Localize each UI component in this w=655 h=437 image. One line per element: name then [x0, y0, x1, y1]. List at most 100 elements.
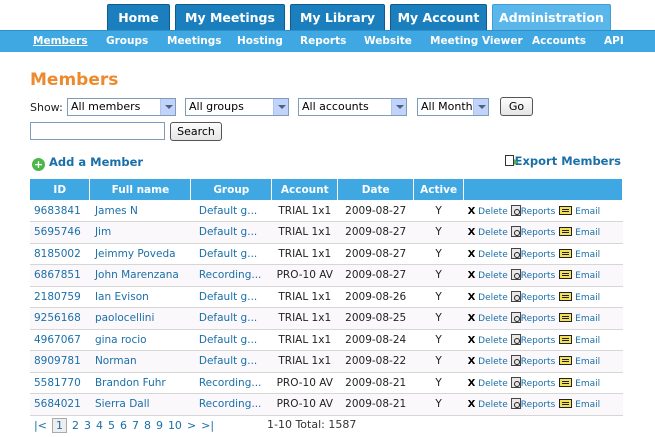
pager-page-link[interactable]: 9 [156, 419, 163, 432]
tab-administration[interactable]: Administration [492, 4, 611, 30]
pager-page-link[interactable]: 5 [108, 419, 115, 432]
reports-link[interactable]: Reports [521, 293, 556, 303]
email-icon[interactable] [559, 205, 573, 215]
tab-my-meetings[interactable]: My Meetings [175, 4, 285, 30]
member-group-link[interactable]: Default g... [190, 286, 272, 308]
member-name-link[interactable]: gina rocio [89, 329, 191, 351]
email-link[interactable]: Email [575, 357, 600, 367]
member-id-link[interactable]: 9683841 [30, 200, 90, 222]
member-id-link[interactable]: 9256168 [30, 307, 90, 330]
delete-icon[interactable]: X [468, 378, 476, 389]
member-id-link[interactable]: 5581770 [30, 372, 90, 394]
member-group-link[interactable]: Recording... [190, 372, 272, 394]
column-header-active[interactable]: Active [413, 179, 465, 200]
subnav-meetings[interactable]: Meetings [167, 35, 222, 47]
reports-icon[interactable] [510, 290, 521, 302]
pager-page-link[interactable]: 8 [144, 419, 151, 432]
member-group-link[interactable]: Default g... [190, 329, 272, 351]
email-icon[interactable] [559, 377, 573, 387]
months-filter-select[interactable]: All Months [417, 98, 489, 116]
pager-page-link[interactable]: 1 [51, 418, 67, 433]
reports-icon[interactable] [510, 269, 521, 281]
member-id-link[interactable]: 6867851 [30, 264, 90, 287]
search-input[interactable] [30, 122, 165, 140]
email-link[interactable]: Email [575, 336, 600, 346]
pager-page-link[interactable]: 2 [72, 419, 79, 432]
reports-icon[interactable] [510, 226, 521, 238]
pager-page-link[interactable]: 3 [84, 419, 91, 432]
export-members-link[interactable]: Export Members [504, 154, 621, 168]
subnav-meeting-viewer[interactable]: Meeting Viewer [430, 35, 523, 47]
member-name-link[interactable]: paolocellini [89, 307, 191, 330]
delete-link[interactable]: Delete [478, 336, 508, 346]
member-group-link[interactable]: Recording... [190, 393, 272, 416]
email-icon[interactable] [559, 399, 573, 409]
tab-home[interactable]: Home [107, 4, 170, 30]
email-link[interactable]: Email [575, 379, 600, 389]
member-id-link[interactable]: 5684021 [30, 393, 90, 416]
reports-link[interactable]: Reports [521, 250, 556, 260]
delete-link[interactable]: Delete [478, 314, 508, 324]
delete-icon[interactable]: X [468, 292, 476, 303]
reports-link[interactable]: Reports [521, 336, 556, 346]
delete-icon[interactable]: X [468, 206, 476, 217]
member-name-link[interactable]: James N [89, 200, 191, 222]
delete-icon[interactable]: X [468, 227, 476, 238]
member-name-link[interactable]: Jim [89, 221, 191, 244]
reports-link[interactable]: Reports [521, 314, 556, 324]
member-name-link[interactable]: Jeimmy Poveda [89, 243, 191, 265]
reports-icon[interactable] [510, 204, 521, 216]
member-id-link[interactable]: 4967067 [30, 329, 90, 351]
delete-link[interactable]: Delete [478, 228, 508, 238]
reports-icon[interactable] [510, 333, 521, 345]
member-group-link[interactable]: Default g... [190, 307, 272, 330]
member-name-link[interactable]: Sierra Dall [89, 393, 191, 416]
pager-page-link[interactable]: 4 [96, 419, 103, 432]
member-group-link[interactable]: Default g... [190, 221, 272, 244]
column-header-account[interactable]: Account [271, 179, 339, 200]
reports-link[interactable]: Reports [521, 400, 556, 410]
pager-next-link[interactable]: > [187, 419, 196, 432]
member-id-link[interactable]: 8909781 [30, 350, 90, 373]
column-header-date[interactable]: Date [337, 179, 415, 200]
delete-icon[interactable]: X [468, 356, 476, 367]
accounts-filter-select[interactable]: All accounts [298, 98, 407, 116]
member-name-link[interactable]: Brandon Fuhr [89, 372, 191, 394]
member-id-link[interactable]: 5695746 [30, 221, 90, 244]
member-name-link[interactable]: John Marenzana [89, 264, 191, 287]
pager-page-link[interactable]: 10 [168, 419, 182, 432]
member-name-link[interactable]: Ian Evison [89, 286, 191, 308]
email-icon[interactable] [559, 313, 573, 323]
email-link[interactable]: Email [575, 400, 600, 410]
reports-link[interactable]: Reports [521, 207, 556, 217]
email-icon[interactable] [559, 356, 573, 366]
reports-link[interactable]: Reports [521, 357, 556, 367]
delete-link[interactable]: Delete [478, 400, 508, 410]
reports-link[interactable]: Reports [521, 271, 556, 281]
email-icon[interactable] [559, 291, 573, 301]
delete-link[interactable]: Delete [478, 379, 508, 389]
email-link[interactable]: Email [575, 250, 600, 260]
delete-icon[interactable]: X [468, 249, 476, 260]
pager-last-link[interactable]: >| [201, 419, 214, 432]
subnav-members[interactable]: Members [33, 35, 88, 47]
pager-page-link[interactable]: 6 [120, 419, 127, 432]
reports-link[interactable]: Reports [521, 228, 556, 238]
search-button[interactable]: Search [170, 122, 222, 141]
email-link[interactable]: Email [575, 207, 600, 217]
column-header-group[interactable]: Group [190, 179, 273, 200]
column-header-id[interactable]: ID [30, 179, 91, 200]
tab-my-account[interactable]: My Account [390, 4, 487, 30]
email-link[interactable]: Email [575, 293, 600, 303]
email-icon[interactable] [559, 270, 573, 280]
email-link[interactable]: Email [575, 228, 600, 238]
add-member-link[interactable]: + Add a Member [32, 155, 143, 171]
member-group-link[interactable]: Default g... [190, 243, 272, 265]
delete-icon[interactable]: X [468, 313, 476, 324]
pager-page-link[interactable]: 7 [132, 419, 139, 432]
subnav-hosting[interactable]: Hosting [237, 35, 283, 47]
column-header-full-name[interactable]: Full name [89, 179, 192, 200]
subnav-reports[interactable]: Reports [300, 35, 346, 47]
email-icon[interactable] [559, 227, 573, 237]
member-group-link[interactable]: Default g... [190, 350, 272, 373]
